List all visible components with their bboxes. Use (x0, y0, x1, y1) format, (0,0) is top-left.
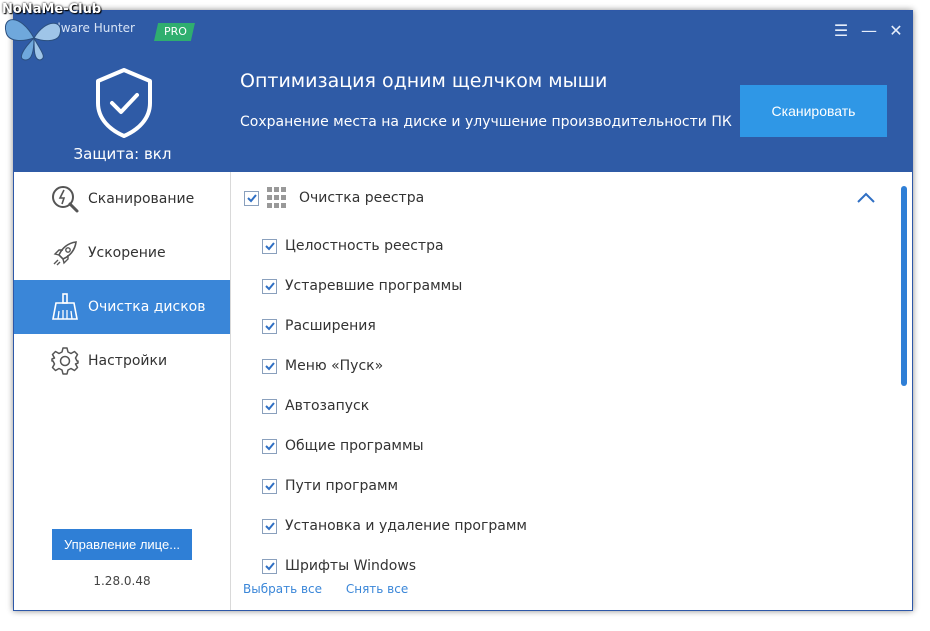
item-label: Расширения (285, 318, 376, 334)
scan-icon (50, 184, 80, 214)
item-label: Шрифты Windows (285, 558, 417, 574)
check-icon (264, 242, 275, 251)
item-label: Меню «Пуск» (285, 358, 384, 374)
list-item[interactable]: Пути программ (262, 466, 527, 506)
app-version: 1.28.0.48 (93, 574, 151, 588)
check-icon (264, 482, 275, 491)
sidebar-item-label: Настройки (88, 353, 168, 369)
item-checkbox[interactable] (262, 398, 277, 414)
chevron-up-icon (857, 192, 875, 203)
shield-check-icon (94, 67, 154, 139)
item-checkbox[interactable] (262, 518, 277, 534)
pro-badge: PRO (154, 23, 195, 41)
check-icon (264, 402, 275, 411)
broom-icon (50, 292, 80, 322)
rocket-icon (50, 238, 80, 268)
group-checkbox[interactable] (244, 190, 259, 206)
sidebar-item-boost[interactable]: Ускорение (14, 226, 230, 280)
gear-icon (50, 346, 80, 376)
item-checkbox[interactable] (262, 438, 277, 454)
app-window: alware Hunter PRO ☰ — ✕ Защита: вкл Опти… (13, 10, 913, 611)
item-checkbox[interactable] (262, 238, 277, 254)
close-icon: ✕ (889, 21, 903, 40)
item-label: Пути программ (285, 478, 399, 494)
menu-icon: ☰ (833, 21, 849, 40)
list-item[interactable]: Целостность реестра (262, 226, 527, 266)
item-checkbox[interactable] (262, 478, 277, 494)
item-label: Целостность реестра (285, 238, 444, 254)
scrollbar-thumb[interactable] (901, 186, 907, 386)
close-button[interactable]: ✕ (884, 19, 908, 43)
item-label: Устаревшие программы (285, 278, 463, 294)
check-icon (264, 362, 275, 371)
item-checkbox[interactable] (262, 278, 277, 294)
check-icon (246, 194, 257, 203)
sidebar-item-settings[interactable]: Настройки (14, 334, 230, 388)
page-headline: Оптимизация одним щелчком мыши (240, 70, 608, 92)
list-item[interactable]: Установка и удаление программ (262, 506, 527, 546)
menu-button[interactable]: ☰ (829, 19, 853, 43)
scan-button[interactable]: Сканировать (740, 85, 887, 137)
watermark: NoNaMe-Club (0, 0, 120, 70)
item-checkbox[interactable] (262, 358, 277, 374)
butterfly-logo-icon (4, 19, 62, 61)
item-checkbox[interactable] (262, 318, 277, 334)
collapse-button[interactable] (854, 188, 878, 208)
check-icon (264, 282, 275, 291)
check-icon (264, 442, 275, 451)
sidebar-item-label: Ускорение (88, 245, 166, 261)
item-label: Общие программы (285, 438, 424, 454)
manage-license-button[interactable]: Управление лице... (52, 529, 192, 560)
checklist: Целостность реестра Устаревшие программы… (262, 226, 527, 586)
protection-status: Защита: вкл (73, 145, 172, 163)
header: alware Hunter PRO ☰ — ✕ Защита: вкл Опти… (14, 11, 912, 172)
selection-links: Выбрать все Снять все (243, 582, 428, 596)
list-item[interactable]: Устаревшие программы (262, 266, 527, 306)
check-icon (264, 562, 275, 571)
deselect-all-link[interactable]: Снять все (346, 582, 408, 596)
item-label: Автозапуск (285, 398, 370, 414)
page-subtitle: Сохранение места на диске и улучшение пр… (240, 114, 732, 130)
list-item[interactable]: Шрифты Windows (262, 546, 527, 586)
registry-cleanup-panel: Очистка реестра Целостность реестра Уста… (232, 172, 912, 610)
minimize-icon: — (861, 21, 877, 40)
check-icon (264, 522, 275, 531)
sidebar: Сканирование Ускорение Очистка дисков На… (14, 172, 231, 610)
list-item[interactable]: Расширения (262, 306, 527, 346)
watermark-text: NoNaMe-Club (2, 2, 102, 17)
list-item[interactable]: Общие программы (262, 426, 527, 466)
check-icon (264, 322, 275, 331)
sidebar-item-disk-cleanup[interactable]: Очистка дисков (14, 280, 230, 334)
item-label: Установка и удаление программ (285, 518, 527, 534)
list-item[interactable]: Меню «Пуск» (262, 346, 527, 386)
list-item[interactable]: Автозапуск (262, 386, 527, 426)
sidebar-item-label: Очистка дисков (88, 299, 206, 315)
group-header: Очистка реестра (244, 186, 424, 210)
registry-grid-icon (267, 187, 289, 209)
sidebar-item-scan[interactable]: Сканирование (14, 172, 230, 226)
sidebar-item-label: Сканирование (88, 191, 195, 207)
item-checkbox[interactable] (262, 558, 277, 574)
minimize-button[interactable]: — (857, 19, 881, 43)
group-label: Очистка реестра (299, 190, 425, 206)
select-all-link[interactable]: Выбрать все (243, 582, 322, 596)
